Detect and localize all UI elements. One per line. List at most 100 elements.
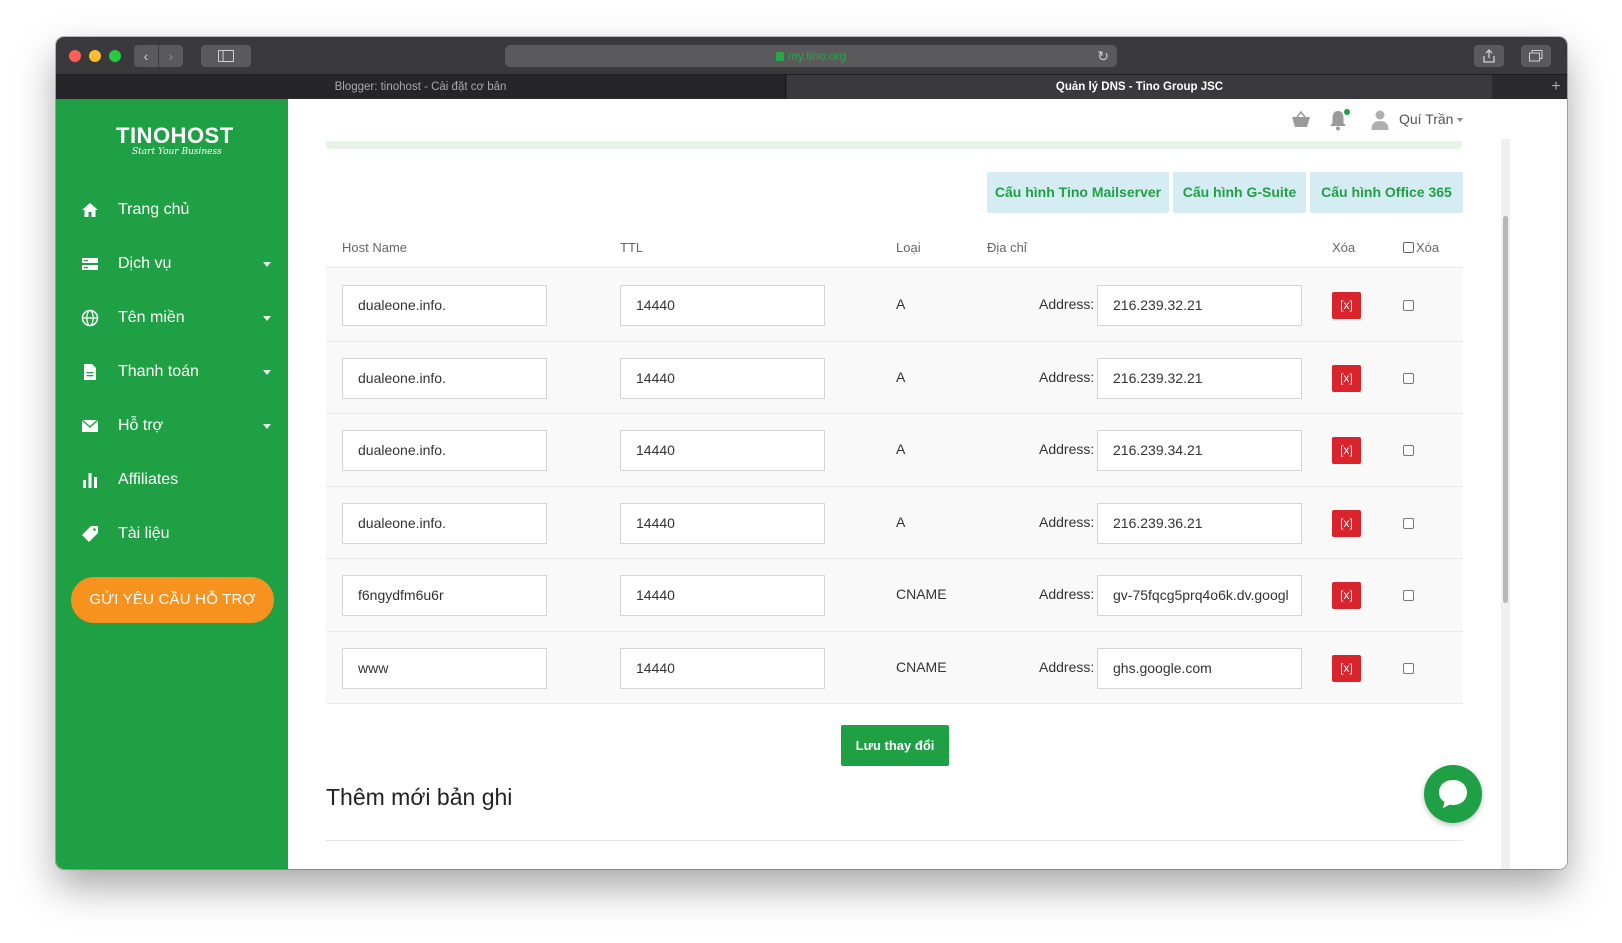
logo-name: TINOHOST (116, 123, 234, 148)
sidebar-item-tai-lieu[interactable]: Tài liệu (56, 514, 288, 554)
delete-record-button[interactable]: [x] (1332, 292, 1361, 319)
ttl-input[interactable]: 14440 (620, 285, 825, 326)
sidebar-item-label: Affiliates (118, 471, 179, 488)
config-office365-button[interactable]: Cấu hình Office 365 (1310, 172, 1463, 213)
table-row: dualeone.info. 14440 A Address: 216.239.… (326, 341, 1463, 414)
address-input[interactable]: gv-75fqcg5prq4o6k.dv.googl (1097, 575, 1302, 616)
sidebar-item-ten-mien[interactable]: Tên miền (56, 298, 288, 338)
host-name-input[interactable]: f6ngydfm6u6r (342, 575, 547, 616)
table-header: Host Name TTL Loại Địa chỉ Xóa Xóa (326, 228, 1463, 268)
delete-checkbox[interactable] (1403, 517, 1414, 529)
user-name[interactable]: Quí Trần (1399, 111, 1453, 127)
delete-checkbox[interactable] (1403, 590, 1414, 601)
window-close-button[interactable] (69, 50, 81, 62)
support-request-button[interactable]: GỬI YÊU CẦU HỖ TRỢ (71, 577, 274, 623)
bar-chart-icon (83, 473, 97, 488)
address-input[interactable]: 216.239.32.21 (1097, 285, 1302, 326)
user-icon[interactable] (1370, 109, 1390, 131)
sidebar-item-label: Thanh toán (118, 363, 199, 380)
ttl-input[interactable]: 14440 (620, 575, 825, 616)
delete-record-button[interactable]: [x] (1332, 364, 1361, 392)
address-input[interactable]: 216.239.36.21 (1097, 502, 1302, 544)
reload-icon[interactable]: ↻ (1097, 45, 1109, 67)
sidebar-item-trang-chu[interactable]: Trang chủ (56, 190, 288, 230)
caret-down-icon (263, 316, 271, 321)
sidebar-item-label: Tên miền (118, 309, 185, 326)
record-type: A (896, 368, 906, 385)
sidebar-item-thanh-toan[interactable]: Thanh toán (56, 352, 288, 392)
sidebar-item-dich-vu[interactable]: Dịch vụ (56, 244, 288, 284)
delete-checkbox[interactable] (1403, 300, 1414, 311)
config-tino-mailserver-button[interactable]: Cấu hình Tino Mailserver (987, 172, 1169, 213)
table-row: www 14440 CNAME Address: ghs.google.com … (326, 631, 1463, 704)
delete-checkbox[interactable] (1403, 372, 1414, 384)
ttl-input[interactable]: 14440 (620, 647, 825, 689)
host-name-input[interactable]: www (342, 647, 547, 689)
config-gsuite-button[interactable]: Cấu hình G-Suite (1173, 172, 1306, 213)
document-icon (84, 364, 96, 380)
header-type: Loại (896, 240, 921, 255)
sidebar-item-affiliates[interactable]: Affiliates (56, 460, 288, 500)
address-input[interactable]: 216.239.32.21 (1097, 357, 1302, 399)
ttl-input[interactable]: 14440 (620, 430, 825, 471)
chat-button[interactable] (1424, 765, 1482, 823)
share-button[interactable] (1474, 45, 1504, 67)
select-all-checkbox[interactable] (1403, 242, 1414, 253)
sidebar-toggle-button[interactable] (201, 45, 251, 67)
caret-down-icon (263, 370, 271, 375)
header-delete-check-label: Xóa (1416, 240, 1440, 255)
ttl-input[interactable]: 14440 (620, 357, 825, 399)
delete-record-button[interactable]: [x] (1332, 582, 1361, 609)
sidebar-item-label: Trang chủ (118, 201, 190, 218)
chat-bubble-icon (1439, 780, 1467, 808)
logo[interactable]: TINOHOST Start Your Business (116, 123, 234, 157)
globe-icon (81, 309, 99, 327)
delete-record-button[interactable]: [x] (1332, 654, 1361, 682)
share-icon (1483, 49, 1495, 63)
sidebar-item-label: Hỗ trợ (118, 417, 164, 434)
back-button[interactable]: ‹ (134, 45, 158, 67)
delete-checkbox[interactable] (1403, 445, 1414, 456)
table-row: f6ngydfm6u6r 14440 CNAME Address: gv-75f… (326, 559, 1463, 632)
host-name-input[interactable]: dualeone.info. (342, 285, 547, 326)
host-name-input[interactable]: dualeone.info. (342, 430, 547, 471)
address-input[interactable]: ghs.google.com (1097, 647, 1302, 689)
address-label: Address: (1039, 441, 1095, 457)
top-header: Quí Trần (288, 99, 1567, 141)
divider (326, 840, 1463, 841)
address-bar[interactable]: my.tino.org ↻ (505, 45, 1117, 67)
caret-down-icon (263, 424, 271, 429)
browser-window: ‹ › my.tino.org ↻ Blogger: tinohost - Cà… (56, 37, 1567, 869)
host-name-input[interactable]: dualeone.info. (342, 357, 547, 399)
home-icon (82, 203, 98, 217)
caret-down-icon[interactable] (1457, 118, 1463, 122)
delete-record-button[interactable]: [x] (1332, 437, 1361, 464)
address-label: Address: (1039, 658, 1095, 675)
sidebar-icon (218, 50, 234, 62)
logo-tagline: Start Your Business (132, 147, 222, 157)
header-host-name: Host Name (342, 240, 408, 255)
new-tab-button[interactable]: + (1545, 75, 1567, 100)
basket-icon[interactable] (1291, 111, 1311, 129)
save-changes-button[interactable]: Lưu thay đổi (841, 725, 949, 766)
host-name-input[interactable]: dualeone.info. (342, 502, 547, 544)
header-ttl: TTL (620, 240, 644, 255)
tab-dns-manager[interactable]: Quản lý DNS - Tino Group JSC (787, 75, 1492, 100)
delete-record-button[interactable]: [x] (1332, 509, 1361, 537)
sidebar-item-ho-tro[interactable]: Hỗ trợ (56, 406, 288, 446)
window-minimize-button[interactable] (89, 50, 101, 62)
delete-checkbox[interactable] (1403, 662, 1414, 674)
table-row: dualeone.info. 14440 A Address: 216.239.… (326, 486, 1463, 559)
forward-button[interactable]: › (159, 45, 183, 67)
tab-overview-button[interactable] (1521, 45, 1551, 67)
tabs-icon (1529, 50, 1543, 62)
address-label: Address: (1039, 513, 1095, 530)
window-maximize-button[interactable] (109, 50, 121, 62)
address-input[interactable]: 216.239.34.21 (1097, 430, 1302, 471)
header-delete: Xóa (1332, 240, 1356, 255)
server-icon (82, 258, 98, 270)
chevron-right-icon: › (168, 48, 174, 64)
ttl-input[interactable]: 14440 (620, 502, 825, 544)
scrollbar-thumb[interactable] (1503, 216, 1508, 603)
tab-blogger[interactable]: Blogger: tinohost - Cài đặt cơ bản (56, 75, 786, 100)
